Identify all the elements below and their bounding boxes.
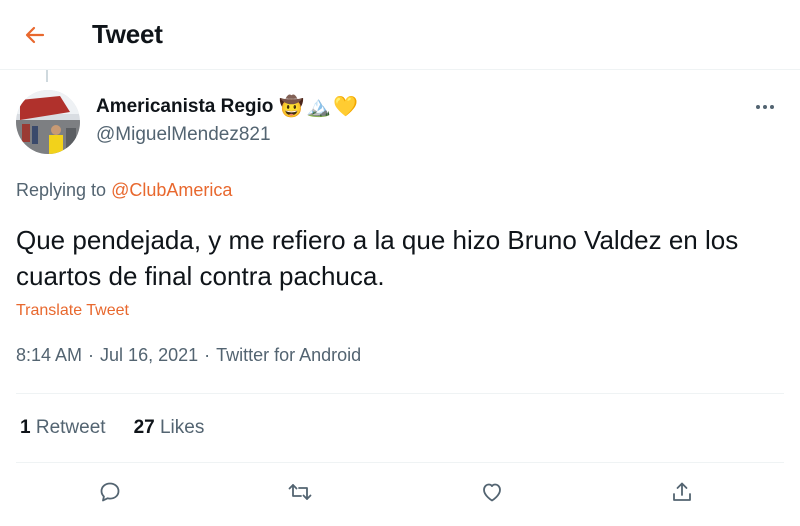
- header-bar: Tweet: [0, 0, 800, 70]
- thread-connector: [46, 70, 48, 82]
- back-button[interactable]: [14, 14, 56, 56]
- retweets-stat[interactable]: 1 Retweet: [20, 417, 106, 439]
- page-title: Tweet: [92, 19, 163, 49]
- tweet-time[interactable]: 8:14 AM: [16, 345, 82, 366]
- divider: [16, 462, 784, 463]
- tweet-text: Que pendejada, y me refiero a la que hiz…: [16, 225, 739, 291]
- more-icon-dot: [763, 105, 767, 109]
- avatar-image: [16, 90, 80, 154]
- tweet-stats: 1 Retweet 27 Likes: [20, 417, 204, 439]
- yellow-heart-emoji-icon: 💛: [333, 96, 359, 118]
- tweet-date[interactable]: Jul 16, 2021: [100, 345, 198, 366]
- likes-count: 27: [133, 417, 155, 438]
- retweets-label: Retweet: [35, 417, 106, 438]
- share-button[interactable]: [662, 472, 702, 512]
- more-icon: [756, 105, 760, 109]
- more-icon-dot: [770, 105, 774, 109]
- replying-to: Replying to @ClubAmerica: [16, 180, 232, 201]
- name-emojis: 🤠 🏔️ 💛: [279, 97, 358, 117]
- retweet-icon: [288, 484, 312, 500]
- back-arrow-icon: [25, 26, 45, 44]
- like-icon: [483, 483, 501, 502]
- tweet-source[interactable]: Twitter for Android: [216, 345, 361, 366]
- user-display-name[interactable]: Americanista Regio 🤠 🏔️ 💛: [96, 96, 358, 118]
- avatar[interactable]: [16, 90, 80, 154]
- like-button[interactable]: [472, 472, 512, 512]
- replying-prefix: Replying to: [16, 180, 107, 200]
- retweet-button[interactable]: [280, 472, 320, 512]
- share-icon: [673, 482, 691, 501]
- cowboy-emoji-icon: 🤠: [279, 96, 305, 118]
- likes-label: Likes: [159, 417, 205, 438]
- more-options-button[interactable]: [748, 92, 782, 122]
- user-handle[interactable]: @MiguelMendez821: [96, 124, 271, 146]
- likes-stat[interactable]: 27 Likes: [134, 417, 205, 439]
- divider: [16, 393, 784, 394]
- meta-separator: ·: [204, 345, 211, 365]
- retweets-count: 1: [20, 417, 31, 438]
- tweet-meta: 8:14 AM · Jul 16, 2021 · Twitter for And…: [16, 345, 361, 366]
- reply-icon: [100, 482, 120, 502]
- translate-tweet-link[interactable]: Translate Tweet: [16, 302, 129, 320]
- display-name-text: Americanista Regio: [96, 96, 274, 117]
- mountain-emoji-icon: 🏔️: [306, 96, 332, 118]
- reply-button[interactable]: [90, 472, 130, 512]
- reply-target-link[interactable]: @ClubAmerica: [111, 180, 232, 200]
- meta-separator: ·: [88, 345, 95, 365]
- tweet-actions: [0, 472, 800, 516]
